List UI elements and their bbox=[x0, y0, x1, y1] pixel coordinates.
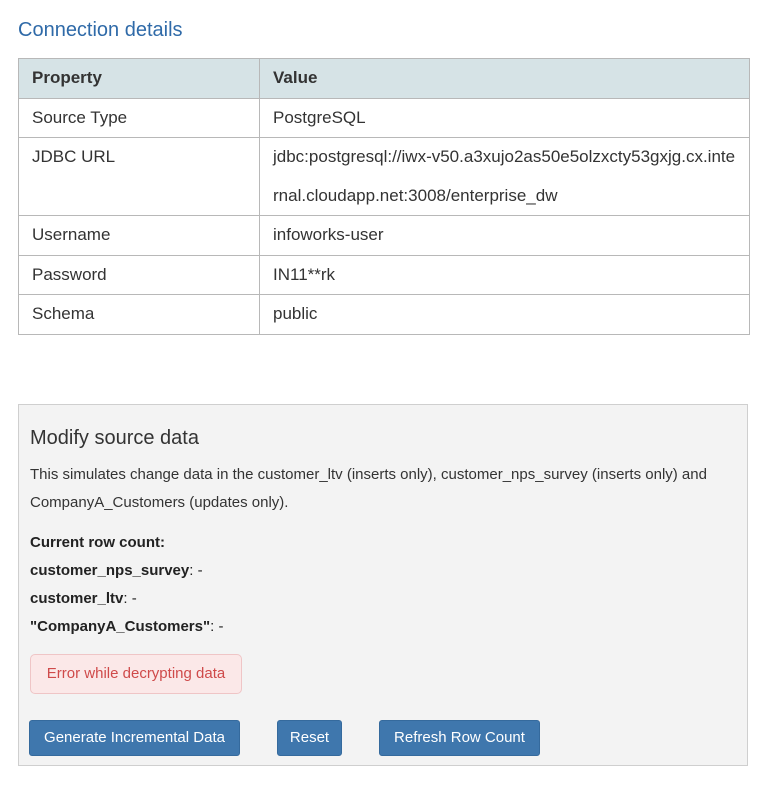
value-cell: PostgreSQL bbox=[259, 97, 750, 138]
table-header-row: Property Value bbox=[18, 58, 750, 99]
connection-details-title: Connection details bbox=[18, 19, 183, 41]
modify-panel-description: This simulates change data in the custom… bbox=[30, 466, 707, 511]
generate-incremental-data-button[interactable]: Generate Incremental Data bbox=[29, 720, 240, 756]
value-cell: infoworks-user bbox=[259, 215, 750, 256]
property-cell: Schema bbox=[18, 294, 260, 335]
property-column-header: Property bbox=[18, 58, 260, 99]
value-column-header: Value bbox=[259, 58, 750, 99]
row-count-label: customer_ltv bbox=[30, 590, 124, 607]
row-count-value: : - bbox=[189, 562, 203, 579]
connection-details-table: Property Value Source Type PostgreSQL JD… bbox=[18, 58, 750, 335]
property-cell: Password bbox=[18, 254, 260, 295]
row-count-companya-customers: "CompanyA_Customers": - bbox=[30, 617, 223, 637]
row-count-label: customer_nps_survey bbox=[30, 562, 190, 579]
value-cell: IN11**rk bbox=[259, 254, 750, 295]
property-cell: Username bbox=[18, 215, 260, 256]
reset-button[interactable]: Reset bbox=[277, 720, 342, 756]
property-cell: Source Type bbox=[18, 97, 260, 138]
modify-panel-title: Modify source data bbox=[30, 427, 199, 449]
value-cell: public bbox=[259, 294, 750, 335]
table-row: Password IN11**rk bbox=[18, 254, 750, 295]
row-count-customer-ltv: customer_ltv: - bbox=[30, 589, 137, 609]
row-count-customer-nps-survey: customer_nps_survey: - bbox=[30, 561, 203, 581]
property-cell: JDBC URL bbox=[18, 137, 260, 216]
table-row: JDBC URL jdbc:postgresql://iwx-v50.a3xuj… bbox=[18, 137, 750, 216]
modify-source-data-panel: Modify source data This simulates change… bbox=[18, 404, 748, 766]
row-count-label: "CompanyA_Customers" bbox=[30, 618, 211, 635]
row-count-value: : - bbox=[210, 618, 224, 635]
error-alert: Error while decrypting data bbox=[30, 654, 242, 694]
row-count-value: : - bbox=[123, 590, 137, 607]
table-row: Username infoworks-user bbox=[18, 215, 750, 256]
table-row: Source Type PostgreSQL bbox=[18, 97, 750, 138]
refresh-row-count-button[interactable]: Refresh Row Count bbox=[379, 720, 540, 756]
jdbc-url-value-cell: jdbc:postgresql://iwx-v50.a3xujo2as50e5o… bbox=[259, 137, 750, 216]
row-count-heading: Current row count: bbox=[30, 534, 165, 551]
table-row: Schema public bbox=[18, 294, 750, 335]
